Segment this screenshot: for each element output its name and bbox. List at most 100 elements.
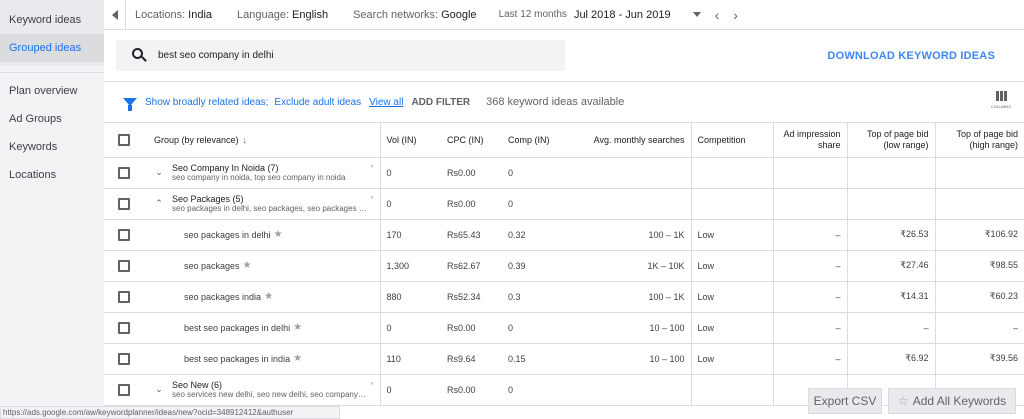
bid-low-cell: ₹26.53 (846, 219, 935, 251)
keyword-text: seo packages (184, 260, 240, 271)
info-dot-icon: ° (370, 380, 374, 390)
language-value[interactable]: English (292, 9, 328, 21)
header-group[interactable]: Group (by relevance) ↓ (148, 123, 380, 158)
vol-cell: 0 (379, 374, 441, 406)
bid-low-cell: ₹14.31 (846, 281, 935, 313)
competition-cell (690, 157, 773, 189)
search-icon (132, 47, 148, 64)
download-keyword-ideas-button[interactable]: DOWNLOAD KEYWORD IDEAS (827, 50, 995, 62)
networks-label: Search networks: (353, 8, 439, 21)
row-checkbox[interactable] (118, 197, 130, 210)
bid-high-cell: ₹106.92 (934, 219, 1024, 251)
bid-high-cell: – (934, 312, 1024, 344)
competition-cell: Low (690, 343, 773, 375)
row-checkbox[interactable] (118, 259, 130, 272)
header-vol[interactable]: Vol (IN) (379, 123, 441, 158)
keyword-row[interactable]: best seo packages in india ★ 110 Rs9.64 0… (104, 343, 1024, 375)
row-checkbox-cell (104, 374, 148, 406)
exclude-adult-link[interactable]: Exclude adult ideas (274, 97, 361, 108)
group-row[interactable]: ⌃ Seo Packages (5) seo packages in delhi… (104, 188, 1024, 220)
date-range-value[interactable]: Jul 2018 - Jun 2019 (574, 9, 671, 21)
chevron-down-icon[interactable]: ⌄ (154, 167, 164, 178)
sidebar-item-ad-groups[interactable]: Ad Groups (0, 105, 104, 133)
export-csv-button[interactable]: Export CSV (808, 388, 882, 414)
add-filter-button[interactable]: ADD FILTER (411, 97, 470, 108)
group-row[interactable]: ⌄ Seo Company In Noida (7) seo company i… (104, 157, 1024, 189)
star-icon[interactable]: ★ (243, 260, 252, 271)
chevron-left-icon[interactable]: ‹ (715, 7, 720, 23)
sidebar-divider (0, 72, 104, 73)
chevron-up-icon[interactable]: ⌃ (154, 198, 164, 209)
view-all-link[interactable]: View all (369, 97, 403, 108)
keyword-cell: seo packages ★ (148, 250, 380, 282)
sort-arrow-icon[interactable]: ↓ (243, 135, 248, 145)
impression-cell: – (772, 281, 847, 313)
star-icon[interactable]: ★ (293, 353, 302, 364)
comp-cell: 0.3 (502, 281, 562, 313)
sidebar-item-keywords[interactable]: Keywords (0, 133, 104, 161)
bid-low-cell (846, 157, 935, 189)
search-input[interactable] (158, 50, 538, 61)
header-bid-high[interactable]: Top of page bid (high range) (934, 123, 1024, 158)
header-bid-low[interactable]: Top of page bid (low range) (846, 123, 935, 158)
header-competition[interactable]: Competition (690, 123, 773, 158)
row-checkbox-cell (104, 250, 148, 282)
sidebar: Keyword ideas Grouped ideas Plan overvie… (0, 0, 104, 419)
keyword-row[interactable]: best seo packages in delhi ★ 0 Rs0.00 0 1… (104, 312, 1024, 344)
locations-value[interactable]: India (188, 9, 212, 21)
networks-value[interactable]: Google (441, 9, 476, 21)
row-checkbox[interactable] (118, 290, 130, 303)
sidebar-item-plan-overview[interactable]: Plan overview (0, 77, 104, 105)
collapse-sidebar-button[interactable] (104, 0, 126, 30)
group-row[interactable]: ⌄ Seo New (6) seo services new delhi, se… (104, 374, 1024, 406)
star-icon[interactable]: ★ (293, 322, 302, 333)
cpc-cell: Rs65.43 (441, 219, 502, 251)
row-checkbox[interactable] (118, 383, 130, 396)
add-all-keywords-button[interactable]: ☆ Add All Keywords (888, 388, 1016, 414)
broadly-related-link[interactable]: Show broadly related ideas; (145, 97, 268, 108)
triangle-left-icon (111, 9, 118, 20)
competition-cell: Low (690, 312, 773, 344)
period-label: Last 12 months (498, 9, 567, 20)
cpc-cell: Rs0.00 (441, 374, 502, 406)
star-icon[interactable]: ★ (264, 291, 273, 302)
star-icon[interactable]: ★ (274, 229, 283, 240)
header-ad-impression-share[interactable]: Ad impression share (772, 123, 847, 158)
row-checkbox[interactable] (118, 166, 130, 179)
ideas-count: 368 keyword ideas available (486, 96, 625, 108)
comp-cell: 0.15 (502, 343, 562, 375)
row-checkbox[interactable] (118, 228, 130, 241)
info-dot-icon: ° (370, 163, 374, 173)
chevron-down-icon[interactable]: ⌄ (154, 384, 164, 395)
row-checkbox[interactable] (118, 321, 130, 334)
impression-cell: – (772, 250, 847, 282)
sidebar-item-locations[interactable]: Locations (0, 161, 104, 189)
columns-button[interactable]: COLUMNS (986, 91, 1016, 109)
chevron-right-icon[interactable]: › (733, 7, 738, 23)
header-comp[interactable]: Comp (IN) (502, 123, 562, 158)
group-title: Seo Company In Noida (7) (172, 162, 279, 173)
avg-cell (562, 157, 691, 189)
keyword-row[interactable]: seo packages in delhi ★ 170 Rs65.43 0.32 … (104, 219, 1024, 251)
vol-cell: 880 (379, 281, 441, 313)
sidebar-item-grouped-ideas[interactable]: Grouped ideas (0, 34, 104, 62)
row-checkbox-cell (104, 343, 148, 375)
row-checkbox[interactable] (118, 352, 130, 365)
filter-row: Show broadly related ideas; Exclude adul… (104, 82, 1024, 123)
impression-cell: – (772, 343, 847, 375)
keyword-row[interactable]: seo packages india ★ 880 Rs52.34 0.3 100 … (104, 281, 1024, 313)
info-dot-icon: ° (370, 194, 374, 204)
group-keywords: seo company in noida, top seo company in… (172, 172, 346, 182)
select-all-checkbox[interactable] (118, 133, 130, 146)
filter-icon[interactable] (123, 98, 137, 111)
keyword-cell: best seo packages in delhi ★ (148, 312, 380, 344)
header-cpc[interactable]: CPC (IN) (441, 123, 502, 158)
search-box[interactable] (116, 40, 565, 71)
sidebar-item-keyword-ideas[interactable]: Keyword ideas (0, 6, 104, 34)
keyword-row[interactable]: seo packages ★ 1,300 Rs62.67 0.39 1K – 10… (104, 250, 1024, 282)
date-dropdown-icon[interactable] (692, 12, 701, 17)
header-avg-monthly-searches[interactable]: Avg. monthly searches (562, 123, 691, 158)
vol-cell: 0 (379, 157, 441, 189)
bid-low-cell: ₹6.92 (846, 343, 935, 375)
keyword-text: best seo packages in india (184, 353, 291, 364)
